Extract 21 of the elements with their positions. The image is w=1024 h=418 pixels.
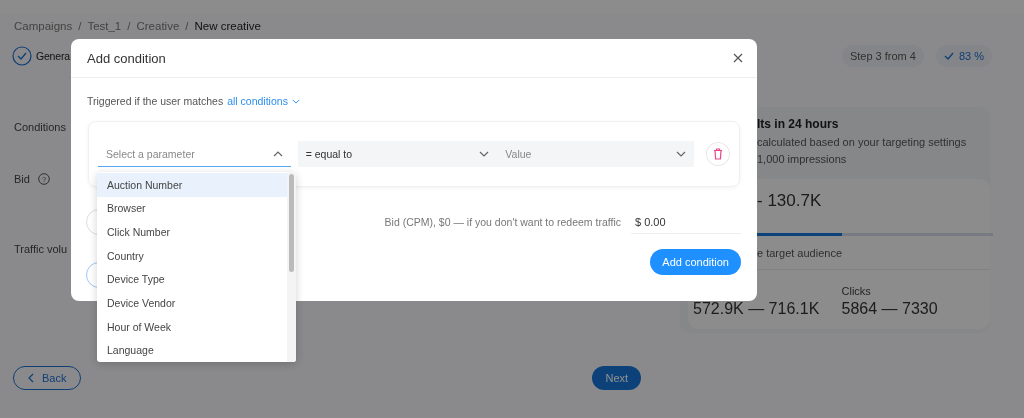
field-label: Bid bbox=[14, 173, 30, 185]
forecast-note: calculated based on your targeting settings bbox=[757, 136, 968, 148]
step-label: Genera bbox=[36, 50, 70, 62]
field-label: Conditions bbox=[14, 121, 66, 133]
breadcrumb-current: New creative bbox=[194, 20, 261, 32]
bid-label: Bid (CPM), $0 — if you don't want to redeem traffic bbox=[384, 216, 621, 228]
forecast-title: lts in 24 hours bbox=[757, 117, 840, 131]
step-counter: Step 3 from 4 bbox=[841, 45, 924, 67]
dialog-title: Add condition bbox=[87, 50, 167, 66]
breadcrumb-separator: / bbox=[127, 20, 131, 32]
trigger-text: Triggered if the user matches bbox=[87, 95, 224, 107]
progress-percent: 83 % bbox=[958, 50, 984, 62]
stat-value: 5864 — 7330 bbox=[841, 301, 939, 317]
audience-range: - 130.7K bbox=[757, 191, 823, 211]
field-label: Traffic volu bbox=[14, 243, 68, 255]
breadcrumb-separator: / bbox=[185, 20, 189, 32]
breadcrumb-separator: / bbox=[78, 20, 82, 32]
stat-value: 572.9K — 716.1K bbox=[693, 301, 821, 317]
forecast-note: 1,000 impressions bbox=[757, 153, 848, 165]
audience-caption: e target audience bbox=[757, 247, 843, 259]
stat-label: Clicks bbox=[841, 285, 872, 297]
